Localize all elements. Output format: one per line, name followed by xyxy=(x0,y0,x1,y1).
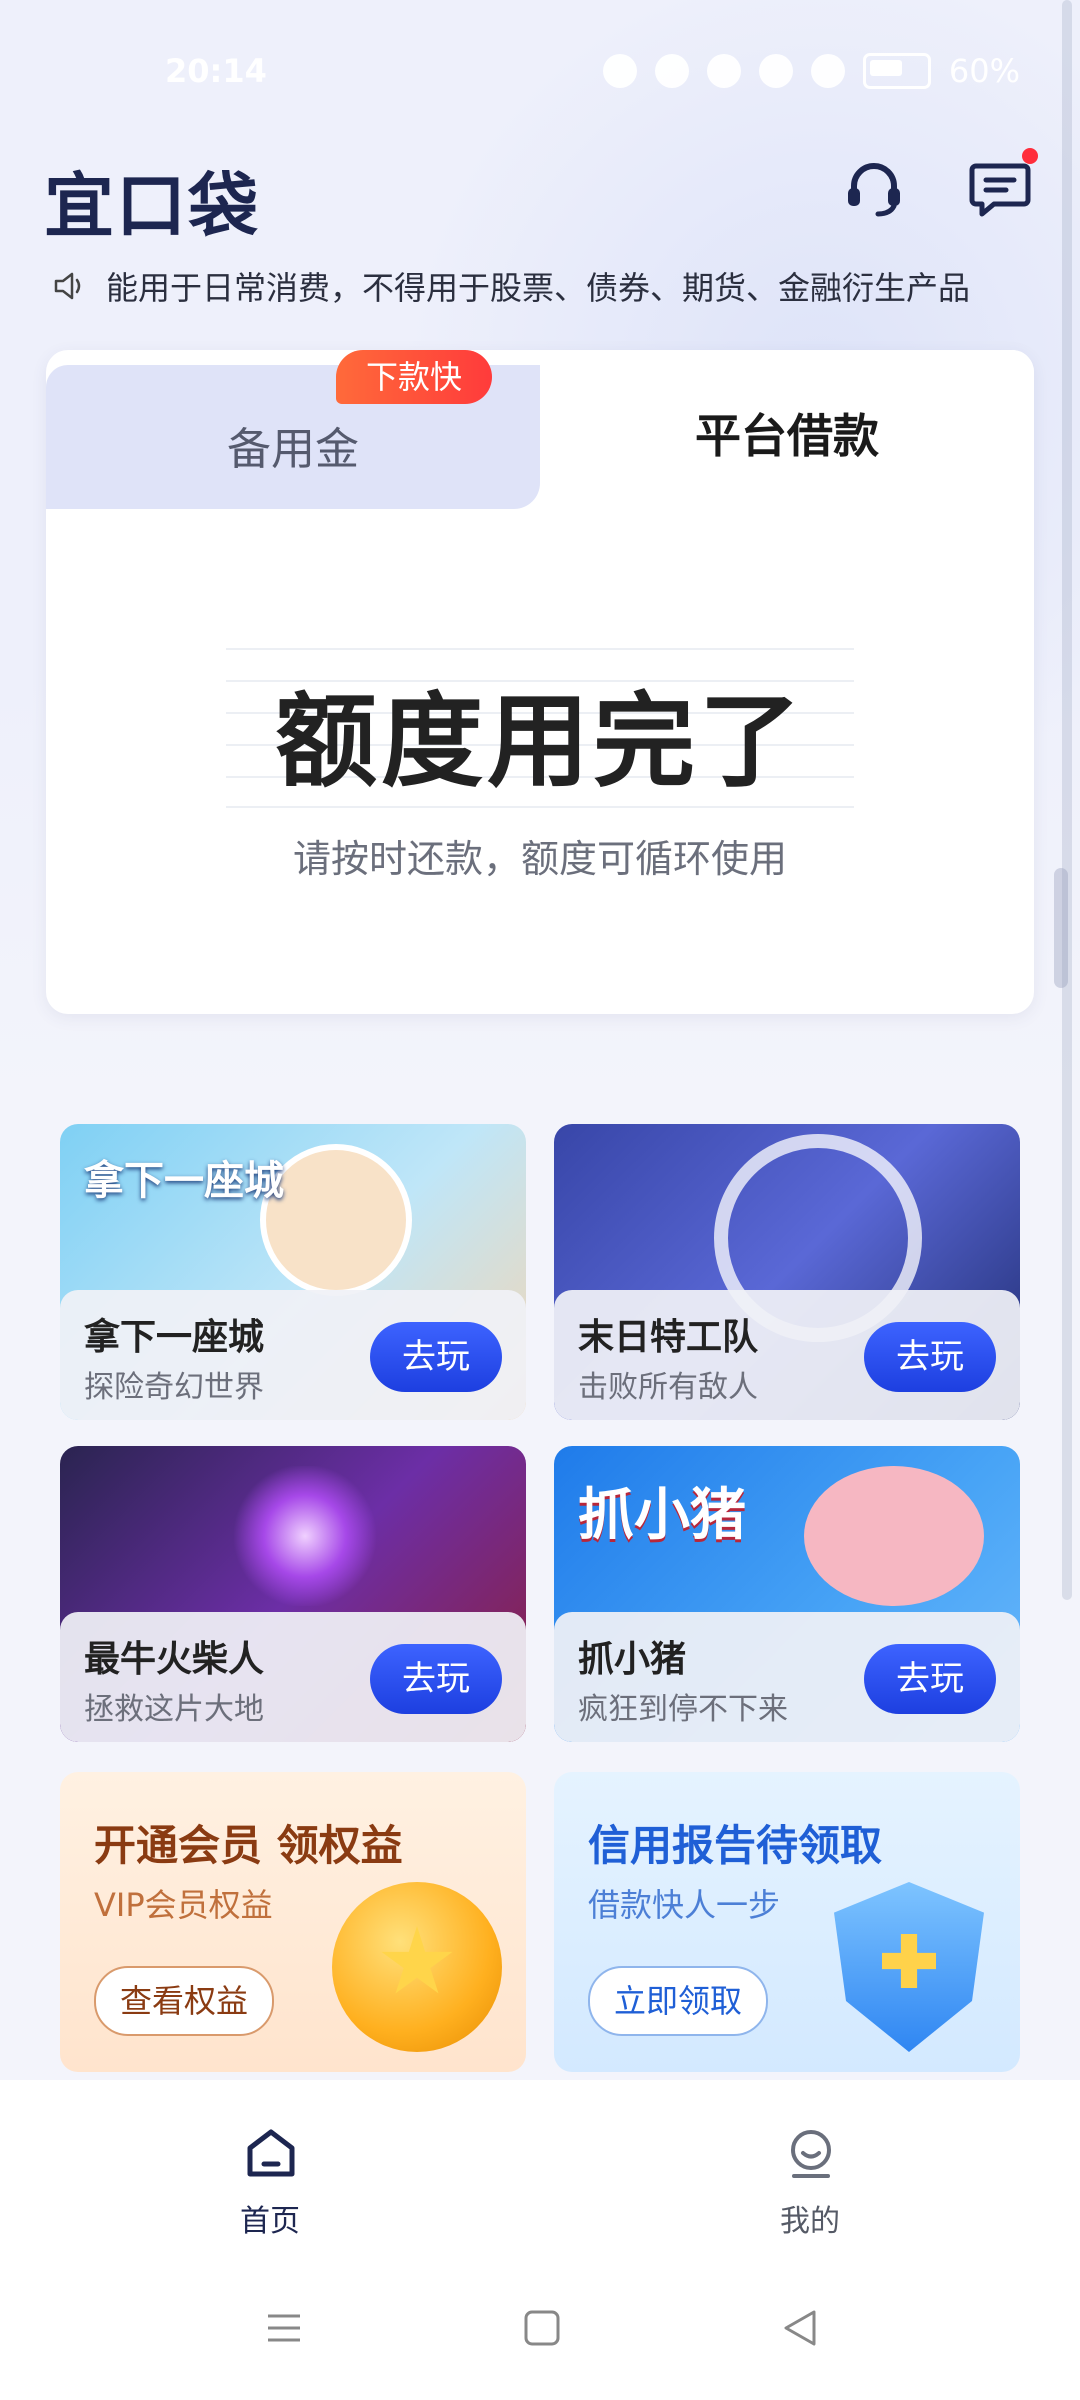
game-description: 疯狂到停不下来 xyxy=(578,1692,788,1727)
bottom-nav: 首页 我的 xyxy=(0,2080,1080,2250)
nav-mine[interactable]: 我的 xyxy=(710,2114,910,2244)
nav-home-label: 首页 xyxy=(240,2204,300,2239)
status-bar: 20:14 60% xyxy=(0,0,1080,140)
nav-mine-label: 我的 xyxy=(780,2204,840,2239)
speaker-icon xyxy=(54,272,81,300)
notice-text: 能用于日常消费，不得用于股票、债券、期货、金融衍生产品 xyxy=(106,269,971,307)
game-title: 抓小猪 xyxy=(578,1639,687,1680)
game-card[interactable]: 最牛火柴人 拯救这片大地 去玩 xyxy=(60,1446,526,1742)
promo-title: 信用报告待领取 xyxy=(588,1821,883,1870)
game-info-panel: 末日特工队 击败所有敌人 去玩 xyxy=(554,1290,1020,1420)
nav-home[interactable]: 首页 xyxy=(170,2114,370,2244)
alarm-icon xyxy=(602,54,637,88)
star-icon xyxy=(381,1926,453,1994)
quota-status-subtitle: 请按时还款，额度可循环使用 xyxy=(292,837,787,881)
game-description: 击败所有敌人 xyxy=(578,1370,758,1405)
tab-backup-fund-label: 备用金 xyxy=(227,424,359,475)
message-icon xyxy=(969,163,1031,217)
battery-icon xyxy=(862,53,931,89)
game-logo-text: 拿下一座城 xyxy=(84,1158,284,1204)
notice-bar: 能用于日常消费，不得用于股票、债券、期货、金融衍生产品 xyxy=(52,258,1032,314)
game-title: 末日特工队 xyxy=(578,1317,759,1358)
back-icon[interactable] xyxy=(780,2308,820,2348)
home-icon xyxy=(247,2129,295,2177)
promo-subtitle: 借款快人一步 xyxy=(588,1886,781,1924)
claim-now-button[interactable]: 立即领取 xyxy=(588,1966,769,2036)
play-button[interactable]: 去玩 xyxy=(370,1644,502,1714)
unread-dot xyxy=(1022,148,1038,164)
game-info-panel: 拿下一座城 探险奇幻世界 去玩 xyxy=(60,1290,526,1420)
game-logo-text: 抓小猪 xyxy=(578,1483,746,1548)
system-nav-bar xyxy=(0,2250,1080,2400)
wifi-icon xyxy=(758,54,793,88)
messages-button[interactable] xyxy=(968,148,1038,220)
home-square-icon[interactable] xyxy=(522,2308,562,2348)
customer-service-button[interactable] xyxy=(842,156,906,220)
plus-icon xyxy=(882,1934,936,1988)
game-info-panel: 抓小猪 疯狂到停不下来 去玩 xyxy=(554,1612,1020,1742)
game-info-panel: 最牛火柴人 拯救这片大地 去玩 xyxy=(60,1612,526,1742)
promo-title: 开通会员 领权益 xyxy=(94,1821,403,1870)
credit-report-promo-card[interactable]: 信用报告待领取 借款快人一步 立即领取 xyxy=(554,1772,1020,2072)
tab-platform-loan[interactable]: 平台借款 xyxy=(540,350,1034,510)
play-button[interactable]: 去玩 xyxy=(864,1322,996,1392)
promo-subtitle: VIP会员权益 xyxy=(94,1886,273,1924)
app-logo: 宜口袋 xyxy=(44,165,260,247)
game-description: 拯救这片大地 xyxy=(84,1692,264,1727)
fast-payout-badge: 下款快 xyxy=(336,350,492,404)
game-card[interactable]: 末日特工队 击败所有敌人 去玩 xyxy=(554,1124,1020,1420)
scrollbar-thumb[interactable] xyxy=(1054,868,1068,988)
game-description: 探险奇幻世界 xyxy=(84,1370,264,1405)
vip-promo-card[interactable]: 开通会员 领权益 VIP会员权益 查看权益 xyxy=(60,1772,526,2072)
play-button[interactable]: 去玩 xyxy=(864,1644,996,1714)
game-artwork xyxy=(230,1466,380,1606)
status-icons: 60% xyxy=(602,52,1020,90)
mute-icon xyxy=(654,54,689,88)
quota-status-title: 额度用完了 xyxy=(275,683,805,802)
shield-icon xyxy=(834,1882,984,2052)
game-card[interactable]: 抓小猪 抓小猪 疯狂到停不下来 去玩 xyxy=(554,1446,1020,1742)
game-card[interactable]: 拿下一座城 拿下一座城 探险奇幻世界 去玩 xyxy=(60,1124,526,1420)
menu-icon[interactable] xyxy=(264,2308,304,2348)
view-benefits-button[interactable]: 查看权益 xyxy=(94,1966,275,2036)
game-artwork xyxy=(804,1466,984,1606)
profile-icon xyxy=(791,2130,831,2178)
tab-platform-loan-label: 平台借款 xyxy=(695,409,879,463)
battery-percent: 60% xyxy=(948,52,1020,90)
game-title: 拿下一座城 xyxy=(84,1317,265,1358)
app-header: 宜口袋 xyxy=(0,140,1080,250)
play-button[interactable]: 去玩 xyxy=(370,1322,502,1392)
coin-icon xyxy=(332,1882,502,2052)
bluetooth-icon xyxy=(706,54,741,88)
headset-icon xyxy=(848,163,900,217)
game-title: 最牛火柴人 xyxy=(84,1639,265,1680)
status-time: 20:14 xyxy=(165,52,267,90)
signal-icon xyxy=(810,54,845,88)
scrollbar-track xyxy=(1062,0,1072,1600)
